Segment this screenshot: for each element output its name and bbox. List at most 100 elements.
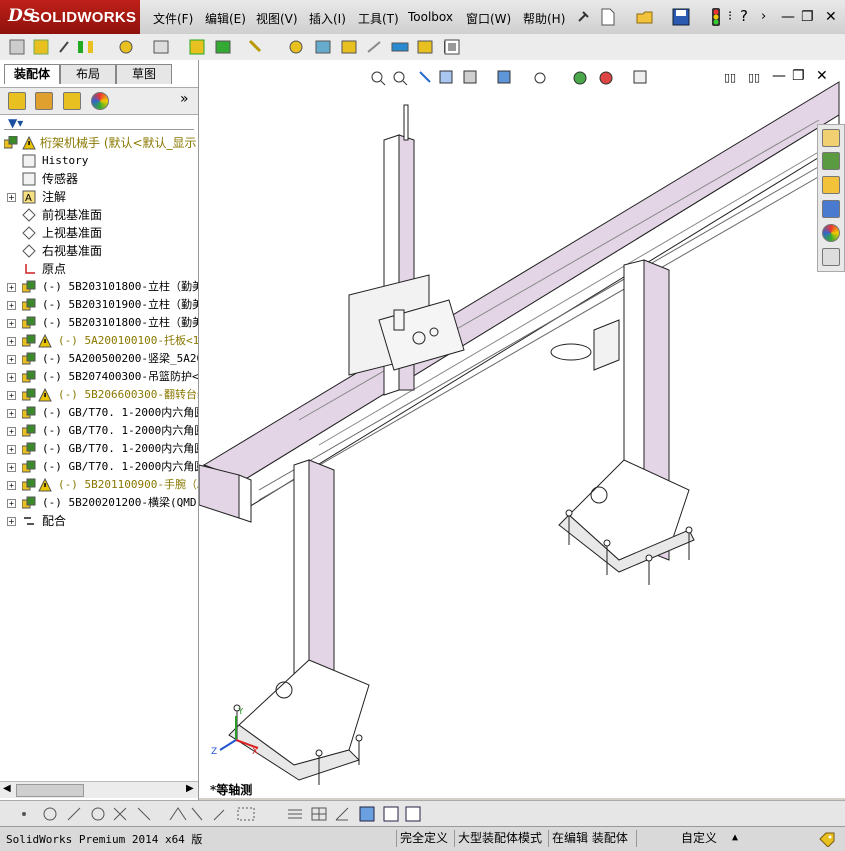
tree-item[interactable]: + (-) 5B203101900-立柱（勤美: [0, 296, 198, 314]
menu-tools[interactable]: 工具(T): [358, 10, 399, 27]
panel-horizontal-scrollbar[interactable]: ◀ ▶: [0, 781, 198, 798]
gantry-model[interactable]: [198, 60, 845, 798]
tree-item[interactable]: 前视基准面: [0, 206, 198, 224]
menu-toolbox[interactable]: Toolbox: [408, 10, 453, 24]
scrollbar-thumb[interactable]: [16, 784, 84, 797]
tab-layout[interactable]: 布局: [60, 64, 116, 84]
custom-properties-icon[interactable]: [822, 248, 840, 266]
menu-file[interactable]: 文件(F): [153, 10, 193, 27]
new-document-icon[interactable]: [600, 8, 616, 26]
tree-item[interactable]: + A 注解: [0, 188, 198, 206]
tree-item[interactable]: History: [0, 152, 198, 170]
expand-icon[interactable]: +: [7, 301, 16, 310]
tree-item[interactable]: + (-) GB/T70. 1-2000内六角圆: [0, 404, 198, 422]
split-view-icon[interactable]: ▯▯: [724, 71, 736, 84]
tree-item[interactable]: 原点: [0, 260, 198, 278]
tree-item[interactable]: 传感器: [0, 170, 198, 188]
expand-icon[interactable]: +: [7, 193, 16, 202]
title-bar: DS SOLIDWORKS 文件(F) 编辑(E) 视图(V) 插入(I) 工具…: [0, 0, 845, 35]
part-icon: [22, 388, 36, 401]
options-icon[interactable]: ⁝: [728, 9, 732, 24]
units-up-icon[interactable]: ▲: [732, 832, 738, 843]
menu-window[interactable]: 窗口(W): [466, 10, 511, 27]
menu-view[interactable]: 视图(V): [256, 10, 298, 27]
tree-item[interactable]: + (-) 5B207400300-吊篮防护<: [0, 368, 198, 386]
axis-z-label: Z: [211, 747, 217, 757]
mate-icon: [78, 41, 93, 53]
save-icon[interactable]: [672, 8, 690, 26]
tree-item[interactable]: 右视基准面: [0, 242, 198, 260]
expand-icon[interactable]: +: [7, 481, 16, 490]
status-units-custom[interactable]: 自定义: [678, 830, 717, 847]
gantry-beam: [202, 81, 840, 511]
tree-item[interactable]: + (-) 5B206600300-翻转台装: [0, 386, 198, 404]
traffic-light-icon[interactable]: [711, 8, 721, 26]
sketch-tools[interactable]: [6, 804, 426, 824]
appearances-icon[interactable]: [822, 224, 840, 242]
tree-root-label: 桁架机械手 (默认<默认_显示: [40, 136, 197, 150]
feature-manager-icon[interactable]: [8, 92, 26, 110]
tag-icon[interactable]: [818, 831, 836, 847]
tree-item[interactable]: 上视基准面: [0, 224, 198, 242]
minimize-icon[interactable]: —: [781, 9, 795, 25]
expand-icon[interactable]: +: [7, 427, 16, 436]
tree-item[interactable]: + 配合: [0, 512, 198, 530]
pin-icon[interactable]: [575, 9, 591, 25]
heads-up-toolbar[interactable]: [368, 68, 668, 88]
close-icon[interactable]: ✕: [825, 9, 837, 25]
file-explorer-icon[interactable]: [822, 176, 840, 194]
solidworks-resources-icon[interactable]: [822, 129, 840, 147]
expand-icon[interactable]: +: [7, 499, 16, 508]
tree-item[interactable]: + (-) 5B201100900-手腕（A: [0, 476, 198, 494]
expand-icon[interactable]: +: [7, 409, 16, 418]
expand-icon[interactable]: +: [7, 337, 16, 346]
tab-sketch[interactable]: 草图: [116, 64, 172, 84]
expand-icon[interactable]: +: [7, 391, 16, 400]
scroll-left-icon[interactable]: ◀: [3, 783, 11, 794]
tree-item[interactable]: + (-) 5B200201200-横梁(QMD 8: [0, 494, 198, 512]
options-panel-icon[interactable]: [444, 39, 460, 55]
menu-help[interactable]: 帮助(H): [523, 10, 565, 27]
tree-item[interactable]: + (-) 5B203101800-立柱（勤美: [0, 278, 198, 296]
property-manager-icon[interactable]: [35, 92, 53, 110]
chevron-double-right-icon[interactable]: »: [180, 91, 189, 107]
expand-icon[interactable]: +: [7, 283, 16, 292]
tab-assembly[interactable]: 装配体: [4, 64, 60, 84]
open-folder-icon[interactable]: [636, 8, 654, 26]
expand-icon[interactable]: +: [7, 319, 16, 328]
tree-root[interactable]: 桁架机械手 (默认<默认_显示: [0, 134, 198, 152]
graphics-area[interactable]: [198, 60, 845, 798]
view-orientation-icon: [463, 70, 477, 84]
design-library-icon[interactable]: [822, 152, 840, 170]
filter-icon[interactable]: ▼▾: [8, 116, 23, 130]
viewport-minimize-icon[interactable]: —: [772, 68, 786, 84]
display-manager-icon[interactable]: [91, 92, 109, 110]
viewport-close-icon[interactable]: ✕: [816, 68, 828, 84]
solidworks-logo[interactable]: DS SOLIDWORKS: [0, 0, 140, 34]
expand-icon[interactable]: +: [7, 517, 16, 526]
chevron-right-icon[interactable]: ›: [761, 9, 766, 24]
status-large-assembly[interactable]: 大型装配体模式: [454, 830, 542, 847]
tree-item[interactable]: + (-) GB/T70. 1-2000内六角圆: [0, 458, 198, 476]
expand-icon[interactable]: +: [7, 445, 16, 454]
split-view-horizontal-icon[interactable]: ▯▯: [748, 71, 760, 84]
scroll-right-icon[interactable]: ▶: [186, 783, 194, 794]
help-icon[interactable]: ?: [740, 7, 748, 25]
bottom-sketch-toolbar: [0, 800, 845, 827]
configuration-manager-icon[interactable]: [63, 92, 81, 110]
tree-item[interactable]: + (-) 5B203101800-立柱（勤美: [0, 314, 198, 332]
tree-item[interactable]: + (-) 5A200500200-竖梁_5A200: [0, 350, 198, 368]
part-icon: [22, 424, 36, 437]
expand-icon[interactable]: +: [7, 463, 16, 472]
menu-insert[interactable]: 插入(I): [309, 10, 346, 27]
tree-item[interactable]: + (-) GB/T70. 1-2000内六角圆: [0, 422, 198, 440]
menu-edit[interactable]: 编辑(E): [205, 10, 246, 27]
tree-item[interactable]: + (-) 5A200100100-托板<1>: [0, 332, 198, 350]
restore-icon[interactable]: ❐: [801, 9, 814, 25]
viewport-restore-icon[interactable]: ❐: [792, 68, 805, 84]
tree-item[interactable]: + (-) GB/T70. 1-2000内六角圆: [0, 440, 198, 458]
expand-icon[interactable]: +: [7, 355, 16, 364]
toolbar-icons[interactable]: [8, 38, 448, 56]
view-palette-icon[interactable]: [822, 200, 840, 218]
expand-icon[interactable]: +: [7, 373, 16, 382]
